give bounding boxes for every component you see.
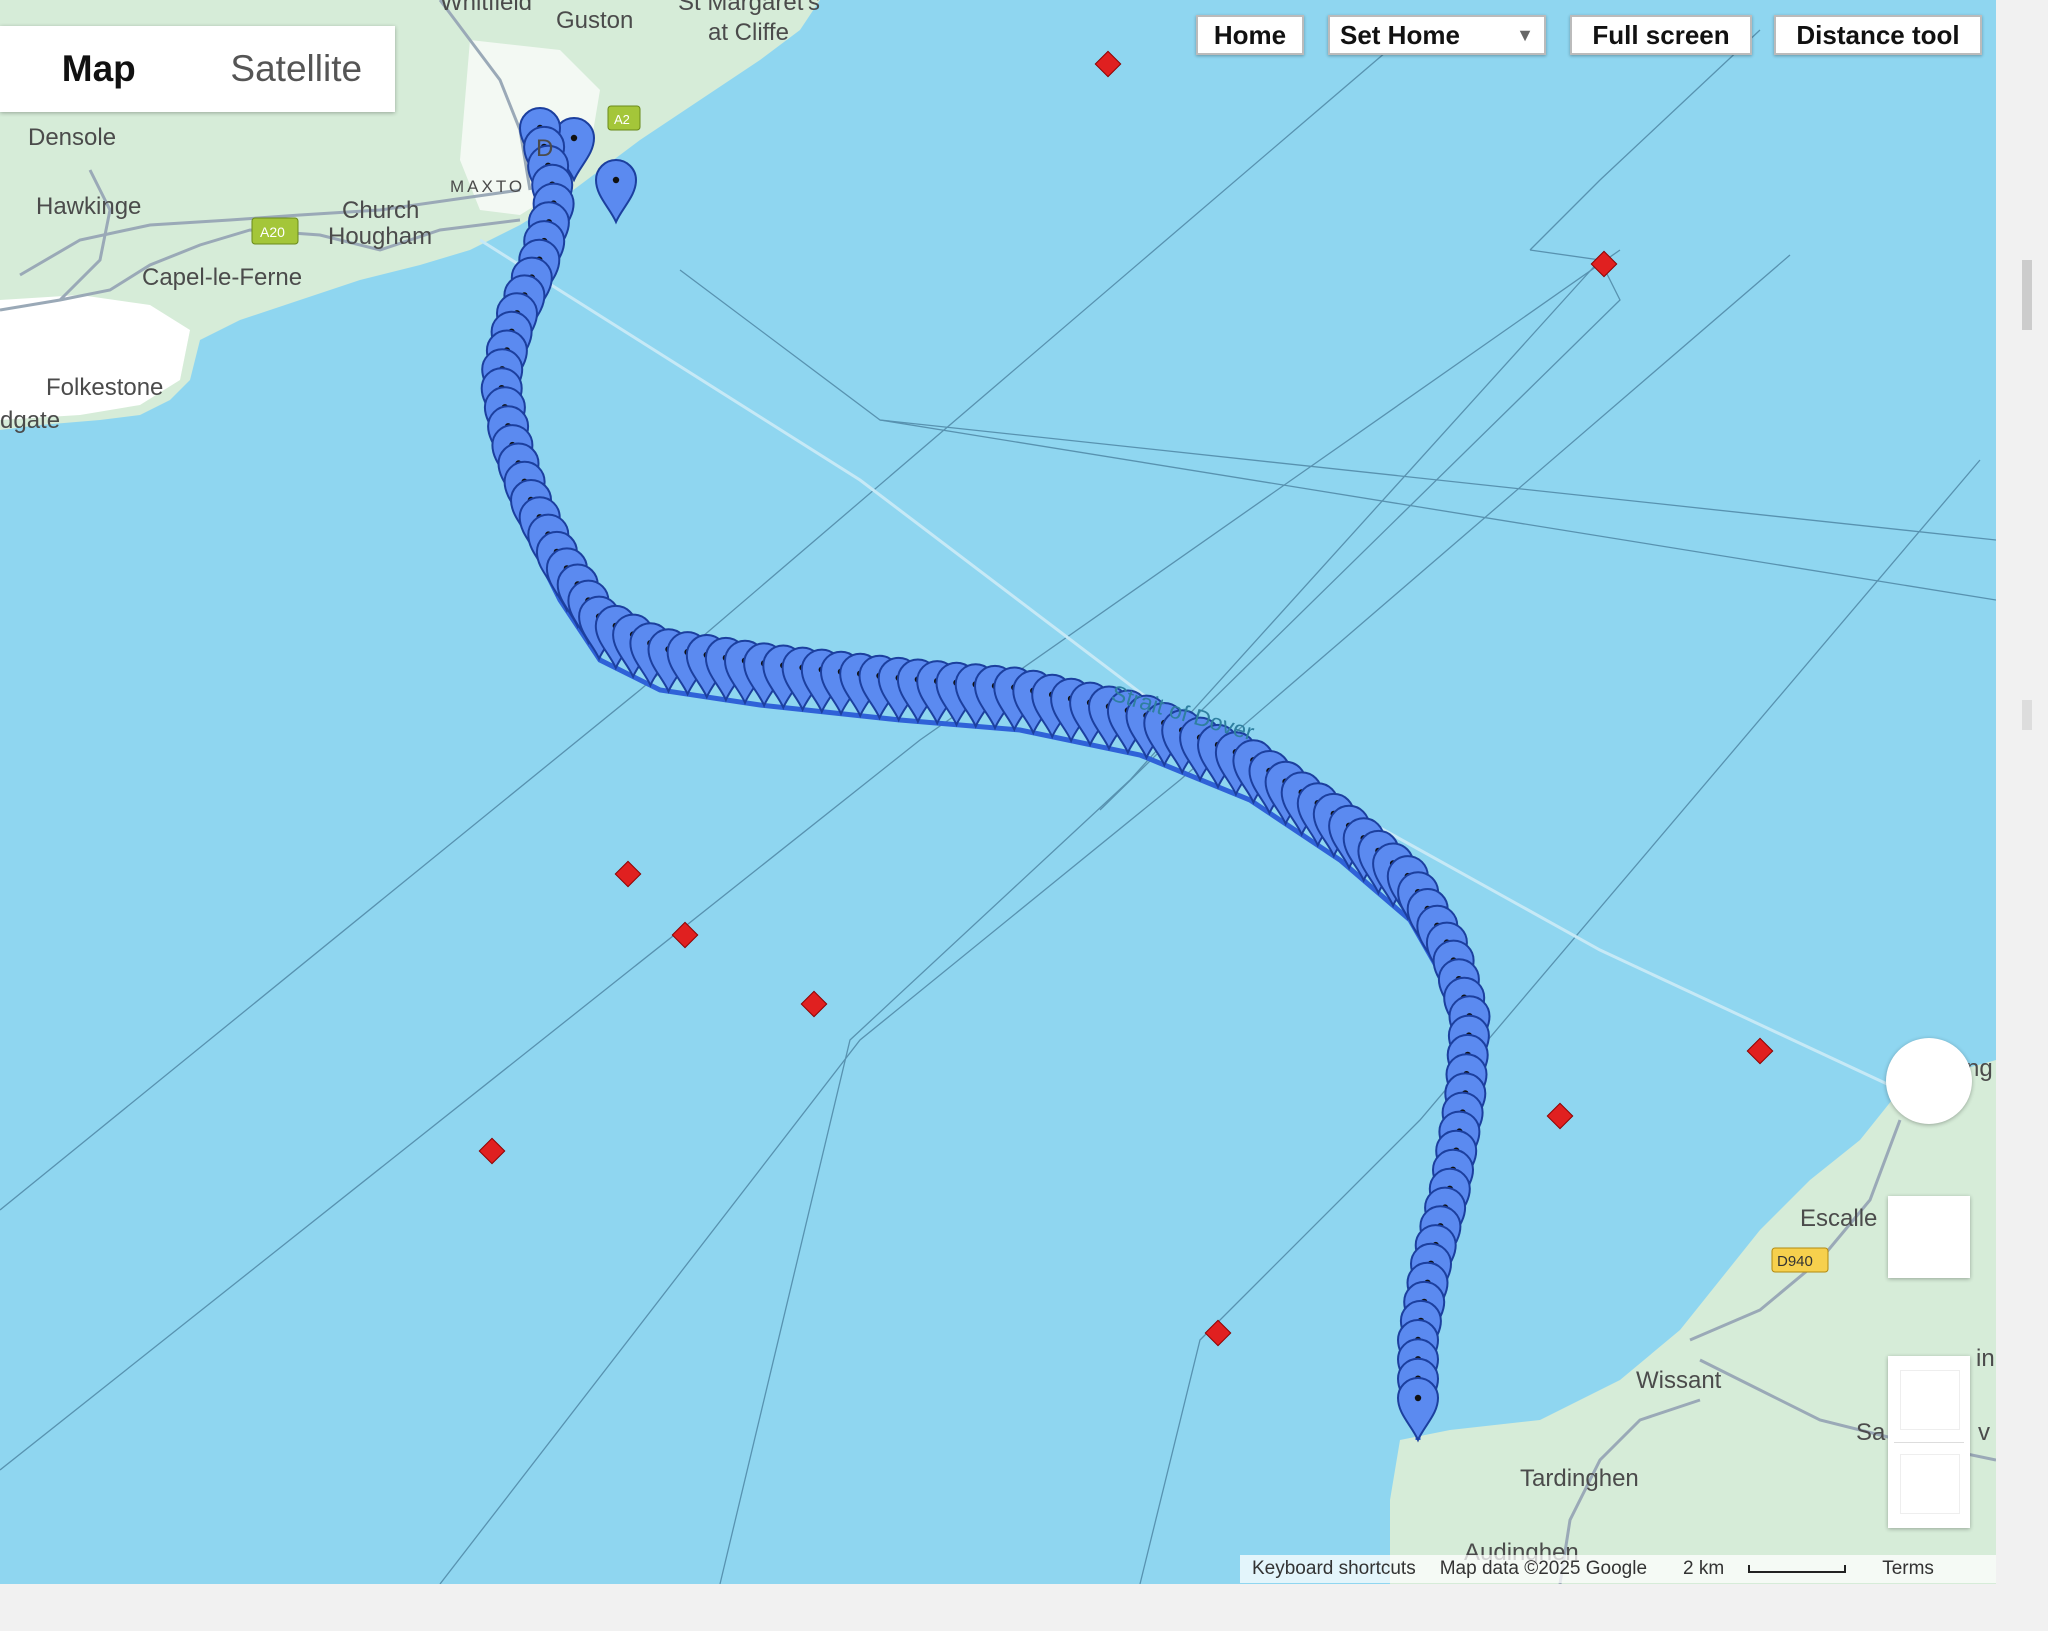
label-church: Church [342,197,419,224]
distance-tool-button[interactable]: Distance tool [1774,15,1982,55]
keyboard-shortcuts-link[interactable]: Keyboard shortcuts [1252,1558,1416,1580]
scrollbar-mark [2022,700,2032,730]
label-densole: Densole [28,124,116,151]
map-type-map-button[interactable]: Map [0,26,198,112]
label-sandgate: dgate [0,407,60,434]
label-escalles: Escalle [1800,1205,1877,1232]
scale-text: 2 km [1683,1558,1725,1579]
map-footer: Keyboard shortcuts Map data ©2025 Google… [1240,1555,1996,1583]
label-hougham: Hougham [328,223,432,250]
set-home-label: Set Home [1340,19,1460,50]
chevron-down-icon: ▼ [1516,24,1534,45]
map-svg: Whitfield Guston St Margaret's at Cliffe… [0,0,1996,1584]
pegman-control[interactable] [1886,1038,1972,1124]
terms-link[interactable]: Terms [1882,1558,1934,1580]
label-guston: Guston [556,7,633,34]
label-at-cliffe: at Cliffe [708,19,789,46]
road-shield-a2-label: A2 [614,112,630,127]
label-hawkinge: Hawkinge [36,193,141,220]
zoom-controls [1888,1356,1970,1528]
label-folkestone: Folkestone [46,374,163,401]
road-shield-a20-label: A20 [260,224,285,240]
label-partial-sa: Sa [1856,1419,1886,1446]
map-type-toggle: Map Satellite [0,26,395,112]
zoom-in-button[interactable] [1900,1370,1960,1430]
label-wissant: Wissant [1636,1367,1722,1394]
label-maxton: MAXTO [450,177,525,196]
street-view-control[interactable] [1888,1196,1970,1278]
map-canvas[interactable]: Whitfield Guston St Margaret's at Cliffe… [0,0,1996,1584]
full-screen-button[interactable]: Full screen [1570,15,1752,55]
label-st-margarets: St Margaret's [678,0,820,16]
map-data-attribution: Map data ©2025 Google [1439,1558,1648,1579]
page-scrollbar[interactable] [1996,0,2048,1584]
label-tardinghen: Tardinghen [1520,1465,1639,1492]
scale-label: 2 km [1671,1558,1858,1580]
road-shield-d940-label: D940 [1777,1253,1813,1270]
zoom-divider [1894,1442,1964,1443]
scale-bar [1748,1564,1847,1573]
label-capel: Capel-le-Ferne [142,264,302,291]
zoom-out-button[interactable] [1900,1454,1960,1514]
map-type-satellite-button[interactable]: Satellite [198,26,396,112]
label-dover: D [536,135,553,162]
label-whitfield: Whitfield [440,0,532,16]
set-home-dropdown[interactable]: Set Home ▼ [1328,15,1546,55]
label-partial-in: in [1976,1345,1995,1372]
scrollbar-thumb[interactable] [2022,260,2032,330]
home-button[interactable]: Home [1196,15,1304,55]
label-partial-v: v [1978,1419,1990,1446]
